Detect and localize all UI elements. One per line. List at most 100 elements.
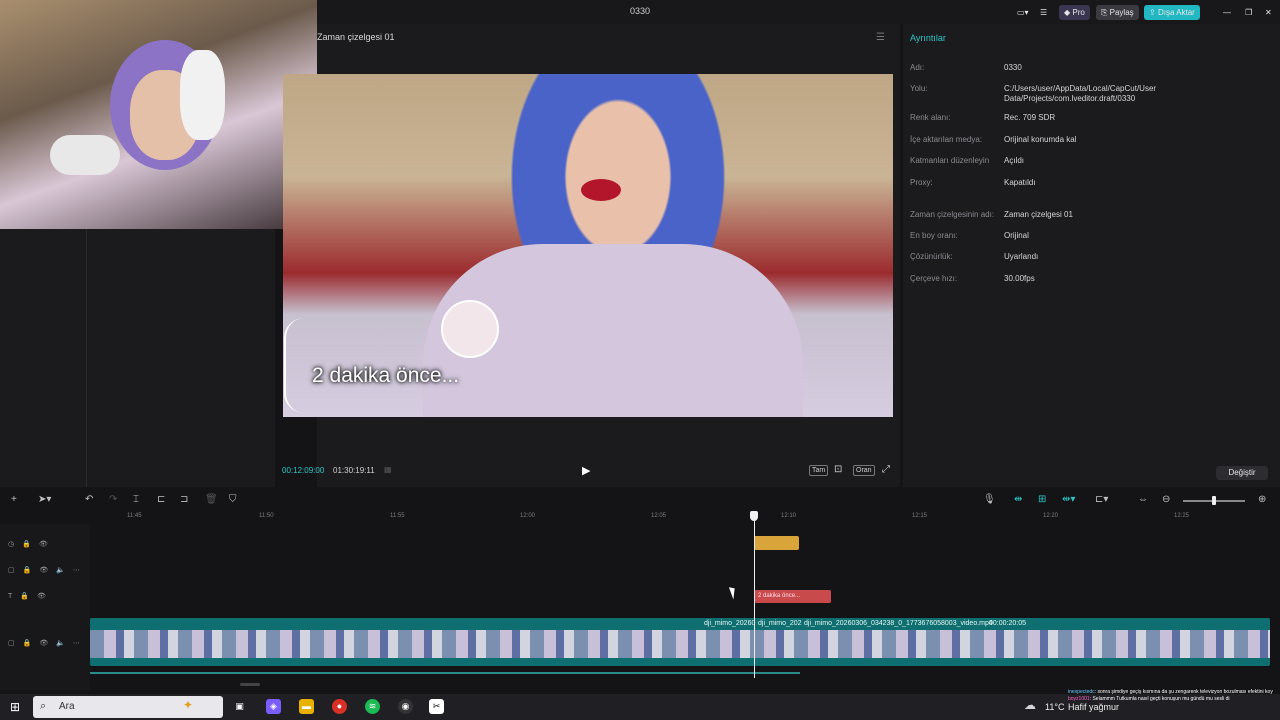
split-icon[interactable]: ⌶ bbox=[133, 494, 139, 506]
total-time: 01:30:19:11 bbox=[333, 466, 375, 475]
ratio-button[interactable]: Oran bbox=[853, 465, 875, 476]
obs-icon[interactable]: ◉ bbox=[398, 699, 413, 714]
play-icon[interactable]: ▶ bbox=[582, 464, 590, 477]
maximize-icon[interactable]: ❐ bbox=[1240, 5, 1257, 20]
zoom-slider-handle[interactable] bbox=[1212, 496, 1216, 505]
playhead-handle[interactable] bbox=[750, 511, 758, 521]
detail-label: En boy oranı: bbox=[910, 231, 958, 240]
stream-chat-overlay: inexpectedc: sonra şimdiye geçiş kısmına… bbox=[1068, 689, 1280, 703]
undo-icon[interactable]: ↶ bbox=[85, 494, 93, 506]
weather-icon: ☁ bbox=[1024, 698, 1036, 712]
detail-label: Proxy: bbox=[910, 178, 933, 187]
chat-user-2: boyz1001 bbox=[1068, 696, 1090, 702]
copilot-icon[interactable]: ◈ bbox=[266, 699, 281, 714]
capcut-icon[interactable]: ✂ bbox=[429, 699, 444, 714]
video-thumbnails bbox=[90, 630, 1270, 658]
link-icon[interactable]: ⇹▾ bbox=[1062, 494, 1075, 506]
share-label: Paylaş bbox=[1109, 8, 1134, 17]
minimize-icon[interactable]: — bbox=[1218, 5, 1236, 20]
taskbar-search[interactable]: ⌕ Ara ✦ bbox=[33, 696, 223, 718]
detail-label: Çözünürlük: bbox=[910, 252, 953, 261]
screenshot-icon[interactable]: ⊡ bbox=[834, 464, 842, 475]
detail-value: Orijinal konumda kal bbox=[1004, 135, 1077, 144]
windows-start-icon[interactable]: ⊞ bbox=[10, 700, 20, 714]
clip-duration-c: 00:00:20:05 bbox=[989, 620, 1026, 627]
current-time: 00:12:09:00 bbox=[282, 466, 325, 475]
details-title: Ayrıntılar bbox=[910, 33, 946, 43]
clip-label-a: dji_mimo_20260 bbox=[704, 620, 756, 627]
video-caption[interactable]: 2 dakika önce... bbox=[312, 364, 459, 388]
search-icon: ⌕ bbox=[40, 700, 47, 712]
link-main-icon[interactable]: ⇹ bbox=[1014, 494, 1022, 506]
task-view-icon[interactable]: ▣ bbox=[232, 699, 247, 714]
trim-right-icon[interactable]: ⊐ bbox=[180, 494, 188, 506]
export-label: Dışa Aktar bbox=[1157, 8, 1195, 17]
fullscreen-icon[interactable]: ⤢ bbox=[882, 464, 890, 475]
export-button[interactable]: ⇪ Dışa Aktar bbox=[1144, 5, 1200, 20]
ruler-tick-label: 12:15 bbox=[912, 513, 928, 519]
ruler-tick-label: 11:50 bbox=[259, 513, 274, 519]
ruler-tick-label: 12:25 bbox=[1174, 513, 1190, 519]
chat-user-1: inexpectedc bbox=[1068, 689, 1095, 695]
search-placeholder: Ara bbox=[59, 701, 75, 712]
chrome-icon[interactable]: ● bbox=[332, 699, 347, 714]
detail-value: Açıldı bbox=[1004, 156, 1025, 165]
delete-icon[interactable]: 🗑 bbox=[205, 494, 218, 506]
track-header-text[interactable]: T🔒👁 bbox=[8, 592, 54, 600]
file-explorer-icon[interactable]: ▬ bbox=[299, 699, 314, 714]
detail-value: Uyarlandı bbox=[1004, 252, 1039, 261]
timeline-toolbar bbox=[0, 490, 1280, 510]
playhead[interactable] bbox=[754, 513, 755, 678]
detail-label: Çerçeve hızı: bbox=[910, 274, 958, 283]
track-header-main[interactable]: ▢🔒👁🔈⋯ bbox=[8, 639, 88, 647]
detail-label: Katmanları düzenleyin bbox=[910, 156, 990, 165]
redo-icon[interactable]: ↷ bbox=[109, 494, 117, 506]
headphones bbox=[180, 50, 225, 140]
weather-temp: 11°C bbox=[1045, 702, 1065, 712]
track-header-video2[interactable]: ▢🔒👁🔈⋯ bbox=[8, 566, 88, 574]
player-menu-icon[interactable]: ☰ bbox=[876, 32, 885, 43]
change-button[interactable]: Değiştir bbox=[1216, 466, 1268, 480]
webcam-overlay bbox=[0, 0, 317, 229]
zoom-in-icon[interactable]: ⊕ bbox=[1258, 494, 1266, 506]
track-header-sticker[interactable]: ◷🔒👁 bbox=[8, 540, 56, 548]
add-icon[interactable]: + bbox=[11, 494, 17, 506]
main-video-track[interactable] bbox=[90, 618, 1270, 666]
media-panel bbox=[0, 229, 275, 487]
spotify-icon[interactable]: ≋ bbox=[365, 699, 380, 714]
cat-sticker[interactable] bbox=[441, 300, 499, 358]
zoom-out-icon[interactable]: ⊖ bbox=[1162, 494, 1170, 506]
ruler-tick-label: 12:05 bbox=[651, 513, 667, 519]
detail-value: 0330 bbox=[1004, 63, 1022, 72]
timecode-grid-icon[interactable]: ▦ bbox=[384, 465, 392, 474]
preview-axis-icon[interactable]: ⊏▾ bbox=[1095, 494, 1108, 506]
share-button[interactable]: ⎘ Paylaş bbox=[1096, 5, 1139, 20]
track-headers: ◷🔒👁 ▢🔒👁🔈⋯ T🔒👁 ▢🔒👁🔈⋯ bbox=[0, 524, 90, 690]
shortcuts-icon[interactable]: ☰ bbox=[1035, 5, 1052, 20]
chat-message-2: : Selammm Tutkumla nasıl geçti konuşun m… bbox=[1089, 696, 1230, 702]
fit-icon[interactable]: ⇔ bbox=[1138, 494, 1148, 506]
detail-label: Zaman çizelgesinin adı: bbox=[910, 210, 995, 219]
detail-label: Adı: bbox=[910, 63, 925, 72]
copilot-sparkle-icon: ✦ bbox=[183, 698, 194, 712]
clip-label-c: dji_mimo_20260306_034238_0_1773676058003… bbox=[804, 620, 993, 627]
close-icon[interactable]: ✕ bbox=[1260, 5, 1277, 20]
layout-icon[interactable]: ▭▾ bbox=[1012, 5, 1034, 20]
detail-value: Kapatıldı bbox=[1004, 178, 1036, 187]
marker-icon[interactable]: ⛉ bbox=[229, 494, 237, 506]
select-tool-icon[interactable]: ➤▾ bbox=[38, 494, 51, 506]
trim-left-icon[interactable]: ⊏ bbox=[157, 494, 165, 506]
chat-message-1: : sonra şimdiye geçiş kısmına da şu zeng… bbox=[1094, 689, 1273, 695]
full-quality-button[interactable]: Tam bbox=[809, 465, 829, 476]
timeline-scrollbar[interactable] bbox=[240, 683, 260, 686]
magnet-icon[interactable]: ⊞ bbox=[1038, 494, 1046, 506]
pro-button[interactable]: ◆ Pro bbox=[1059, 5, 1090, 20]
detail-label: Renk alanı: bbox=[910, 113, 951, 122]
sticker-clip[interactable] bbox=[754, 536, 799, 550]
record-audio-icon[interactable]: 🎙 bbox=[983, 494, 996, 506]
text-clip[interactable]: 2 dakika önce... bbox=[754, 590, 831, 603]
ruler-tick-label: 11:45 bbox=[127, 513, 142, 519]
detail-value: Orijinal bbox=[1004, 231, 1029, 240]
detail-value: Zaman çizelgesi 01 bbox=[1004, 210, 1073, 219]
detail-value: C:/Users/user/AppData/Local/CapCut/User … bbox=[1004, 84, 1157, 103]
